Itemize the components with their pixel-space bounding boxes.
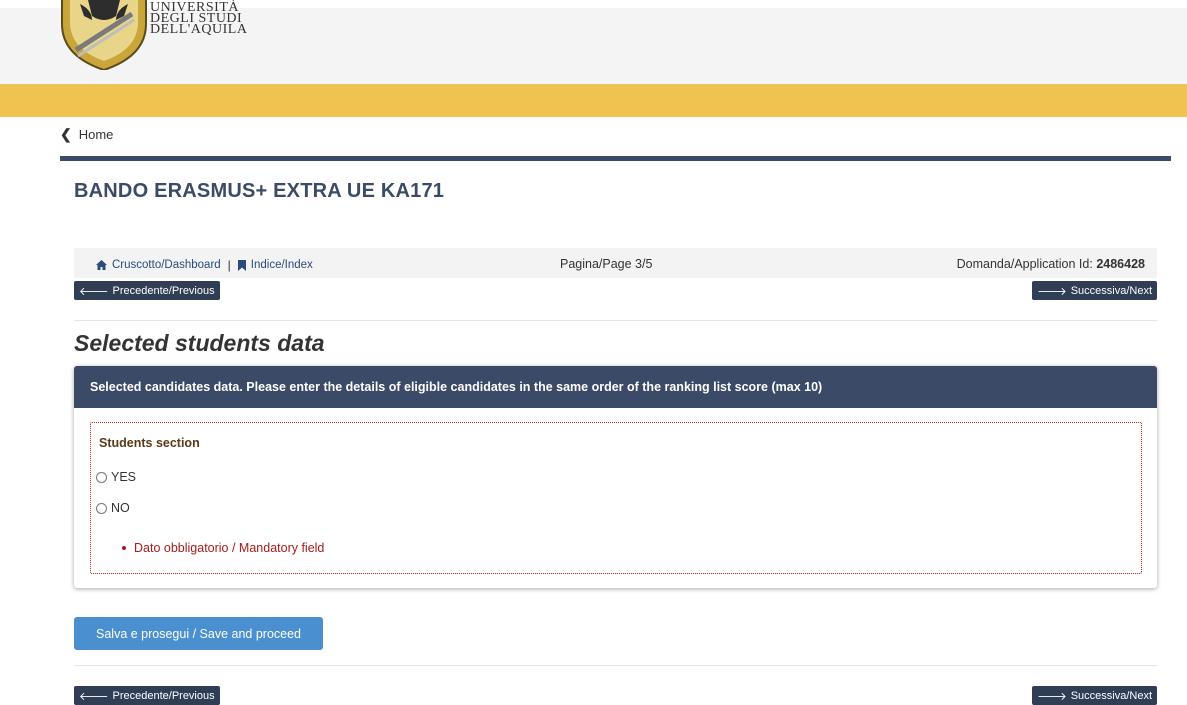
home-icon [96,260,107,270]
radio-no-label: NO [111,501,130,515]
dashboard-label: Cruscotto/Dashboard [112,259,221,271]
page-indicator: Pagina/Page 3/5 [560,257,653,271]
chevron-left-icon: ❮ [60,126,72,142]
index-link[interactable]: Indice/Index [237,259,313,271]
university-crest-logo[interactable] [58,0,150,70]
save-and-proceed-button[interactable]: Salva e prosegui / Save and proceed [74,617,323,650]
bullet-icon [122,546,126,550]
accent-bar [0,84,1187,117]
arrow-right-icon: 🡒 [1037,285,1067,298]
radio-yes-label: YES [111,470,137,484]
bookmark-icon [237,259,246,271]
students-section-box: Students section YES NO Dato obbligatori… [90,422,1142,574]
candidates-panel: Selected candidates data. Please enter t… [74,366,1157,588]
next-button-bottom[interactable]: 🡒 Successiva/Next [1032,686,1157,705]
navbar-separator: | [227,258,231,272]
dashboard-link[interactable]: Cruscotto/Dashboard [96,259,221,271]
next-label: Successiva/Next [1070,689,1152,702]
previous-button-bottom[interactable]: 🡐 Precedente/Previous [74,686,220,705]
application-id-value: 2486428 [1096,257,1145,271]
university-name: UNIVERSITÀ DEGLI STUDI DELL'AQUILA [150,1,248,37]
next-button-top[interactable]: 🡒 Successiva/Next [1032,281,1157,300]
arrow-right-icon: 🡒 [1037,690,1067,703]
section-heading: Selected students data [74,330,325,356]
navbar-links: Cruscotto/Dashboard | Indice/Index [96,258,313,272]
divider-top [74,320,1157,321]
previous-label: Precedente/Previous [112,689,215,702]
page-title: BANDO ERASMUS+ EXTRA UE KA171 [74,180,445,202]
radio-button-no[interactable] [96,502,107,514]
home-label: Home [78,127,114,142]
divider-bottom [74,665,1157,666]
panel-title: Selected candidates data. Please enter t… [74,366,1157,408]
application-navbar: Cruscotto/Dashboard | Indice/Index Pagin… [74,248,1157,278]
university-name-line-3: DELL'AQUILA [150,22,248,37]
index-label: Indice/Index [250,259,313,271]
previous-button-top[interactable]: 🡐 Precedente/Previous [74,281,220,300]
error-text: Dato obbligatorio / Mandatory field [134,541,325,555]
previous-label: Precedente/Previous [112,284,215,297]
application-id-label: Domanda/Application Id: [956,257,1093,271]
mandatory-field-error: Dato obbligatorio / Mandatory field [122,541,324,555]
header-divider [60,156,1171,161]
application-id: Domanda/Application Id: 2486428 [957,257,1145,271]
students-section-label: Students section [99,436,200,450]
next-label: Successiva/Next [1070,284,1152,297]
arrow-left-icon: 🡐 [79,285,109,298]
arrow-left-icon: 🡐 [79,690,109,703]
radio-no[interactable]: NO [96,501,130,515]
radio-yes[interactable]: YES [96,470,136,484]
radio-button-yes[interactable] [96,471,107,483]
home-link[interactable]: ❮ Home [60,127,113,142]
